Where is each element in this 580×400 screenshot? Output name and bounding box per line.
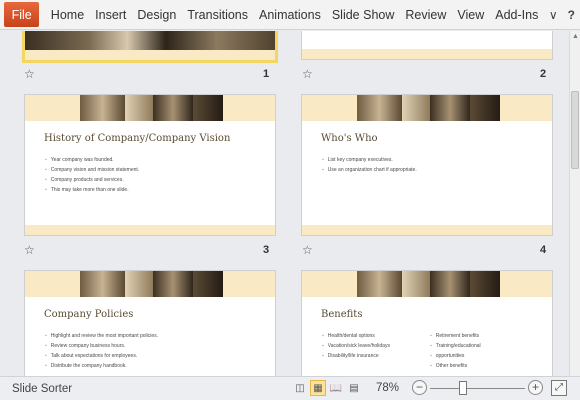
scrollbar-thumb[interactable] [571, 91, 579, 169]
slide-title: Benefits [321, 309, 363, 320]
transition-star-icon[interactable]: ☆ [302, 243, 313, 257]
bullet-item: Year company was founded. [45, 155, 139, 165]
tab-slide-show[interactable]: Slide Show [326, 8, 400, 22]
slide-photo [357, 95, 500, 121]
file-tab[interactable]: File [4, 2, 40, 27]
slide-title: Who's Who [321, 133, 378, 144]
bullet-item: This may take more than one slide. [45, 185, 139, 195]
slide-number: 1 [263, 68, 270, 80]
bullet-item: Retirement benefits [430, 331, 481, 341]
tab-animations[interactable]: Animations [254, 8, 327, 22]
zoom-out-button[interactable]: − [412, 380, 427, 395]
scroll-up-icon[interactable]: ▲ [571, 33, 580, 43]
zoom-in-button[interactable]: + [528, 380, 543, 395]
bullet-item: Review company business hours. [45, 341, 158, 351]
zoom-slider-track[interactable] [430, 388, 525, 389]
tab-design[interactable]: Design [132, 8, 182, 22]
tab-home[interactable]: Home [45, 8, 89, 22]
slide-number: 4 [540, 244, 547, 256]
bullet-item: List key company executives. [322, 155, 417, 165]
slide-sorter-view-icon[interactable]: ▦ [310, 380, 326, 396]
chevron-down-icon[interactable]: ∨ [544, 8, 563, 22]
tab-add-ins[interactable]: Add-Ins [490, 8, 544, 22]
bullet-item: Talk about expectations for employees. [45, 351, 158, 361]
bullet-item: Use an organization chart if appropriate… [322, 165, 417, 175]
tab-insert[interactable]: Insert [90, 8, 132, 22]
slide-number: 2 [540, 68, 547, 80]
slide-bullets: Highlight and review the most important … [45, 331, 158, 371]
bullet-item: Vacation/sick leave/holidays [322, 341, 390, 351]
ribbon-tab-bar: File Home Insert Design Transitions Anim… [0, 0, 580, 30]
slide-sorter-pane: ☆ 1 ☆ 2 History of Company/Company Visio… [0, 31, 569, 376]
slide-bullets: Health/dental options Vacation/sick leav… [322, 331, 390, 361]
slide-number: 3 [263, 244, 270, 256]
transition-star-icon[interactable]: ☆ [302, 67, 313, 81]
slide-title: Company Policies [44, 309, 134, 320]
slide-show-view-icon[interactable]: ▤ [346, 380, 362, 396]
bullet-item: Disability/life insurance [322, 351, 390, 361]
fit-to-window-icon[interactable]: ⤢ [551, 380, 567, 396]
vertical-scrollbar[interactable]: ▲ [569, 31, 580, 376]
slide-title: History of Company/Company Vision [44, 133, 231, 144]
slide-photo [80, 271, 223, 297]
help-icon[interactable]: ? [563, 8, 580, 22]
tab-view[interactable]: View [452, 8, 490, 22]
view-buttons: ◫ ▦ 📖 ▤ [292, 380, 362, 396]
slide-bullets: Year company was founded. Company vision… [45, 155, 139, 195]
tab-review[interactable]: Review [400, 8, 452, 22]
slide-bullets: List key company executives. Use an orga… [322, 155, 417, 175]
transition-star-icon[interactable]: ☆ [24, 67, 35, 81]
zoom-slider-thumb[interactable] [459, 381, 467, 395]
bullet-item: Other benefits [430, 361, 481, 371]
transition-star-icon[interactable]: ☆ [24, 243, 35, 257]
slide-thumbnail-5[interactable]: Company Policies Highlight and review th… [24, 270, 276, 376]
zoom-level[interactable]: 78% [376, 382, 399, 394]
slide-thumbnail-2[interactable] [301, 31, 553, 60]
slide-thumbnail-4[interactable]: Who's Who List key company executives. U… [301, 94, 553, 236]
slide-thumbnail-3[interactable]: History of Company/Company Vision Year c… [24, 94, 276, 236]
view-mode-label: Slide Sorter [12, 382, 73, 395]
bullet-item-continuation: opportunities [430, 351, 481, 361]
bullet-item: Health/dental options [322, 331, 390, 341]
slide-bullets-col2: Retirement benefits Training/educational… [430, 331, 481, 371]
slide-photo [80, 95, 223, 121]
slide-thumbnail-1[interactable] [22, 31, 278, 63]
bullet-item: Company products and services. [45, 175, 139, 185]
tab-transitions[interactable]: Transitions [182, 8, 254, 22]
bullet-item: Highlight and review the most important … [45, 331, 158, 341]
reading-view-icon[interactable]: 📖 [328, 380, 344, 396]
normal-view-icon[interactable]: ◫ [292, 380, 308, 396]
bullet-item: Training/educational [430, 341, 481, 351]
status-bar: Slide Sorter ◫ ▦ 📖 ▤ 78% − + ⤢ [0, 376, 580, 400]
slide-photo [357, 271, 500, 297]
bullet-item: Company vision and mission statement. [45, 165, 139, 175]
bullet-item: Distribute the company handbook. [45, 361, 158, 371]
slide-thumbnail-6[interactable]: Benefits Health/dental options Vacation/… [301, 270, 553, 376]
